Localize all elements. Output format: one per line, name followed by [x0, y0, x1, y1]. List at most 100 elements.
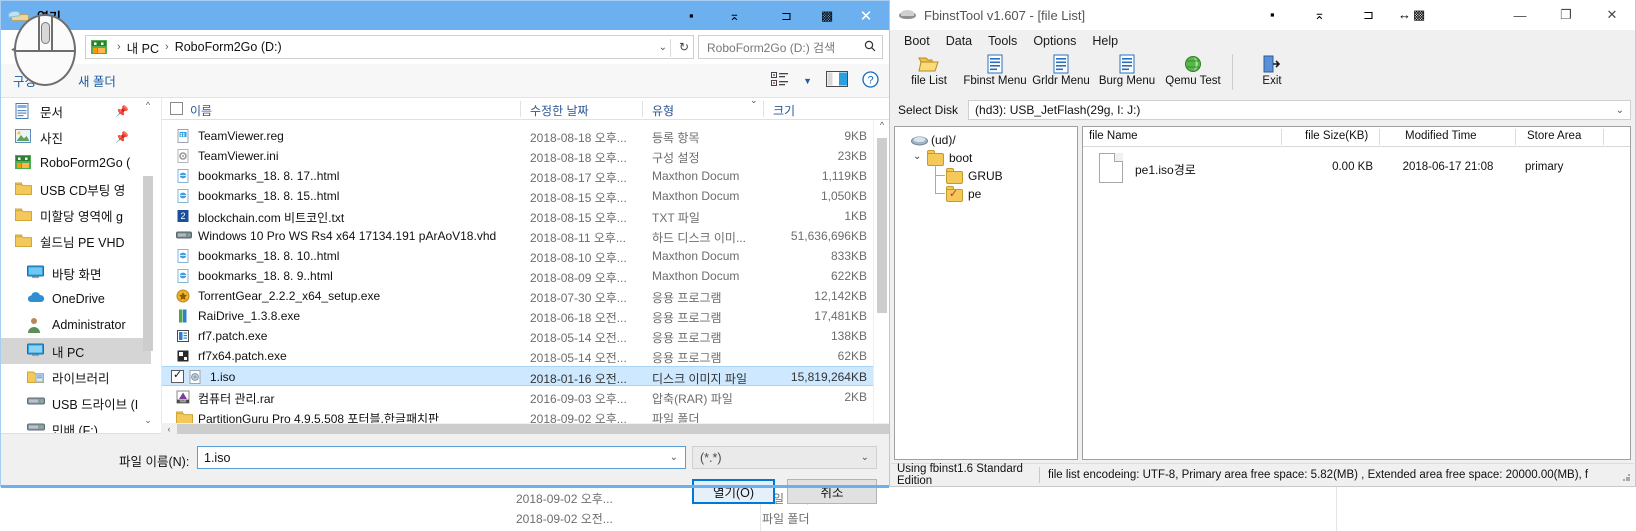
column-header-modified[interactable]: Modified Time	[1405, 130, 1477, 142]
toolbar-button-burg-menu[interactable]: Burg Menu	[1094, 52, 1160, 87]
chevron-down-icon[interactable]: ⌄	[670, 452, 678, 463]
sidebar-item-minbae-f[interactable]: 민배 (F:)	[1, 416, 151, 433]
breadcrumb-item-drive[interactable]: RoboForm2Go (D:)	[175, 40, 282, 54]
scrollbar-thumb[interactable]	[877, 138, 887, 313]
table-row[interactable]: bookmarks_18. 8. 15..html 2018-08-15 오후.…	[162, 186, 889, 206]
table-row[interactable]: rf7x64.patch.exe 2018-05-14 오전... 응용 프로그…	[162, 346, 889, 366]
column-header-store-area[interactable]: Store Area	[1527, 130, 1581, 142]
minimize-button[interactable]: —	[1497, 0, 1543, 30]
sidebar-item-desktop[interactable]: 바탕 화면	[1, 260, 151, 286]
open-button[interactable]: 열기(O)	[692, 479, 775, 504]
column-header-file-name[interactable]: file Name	[1089, 130, 1138, 142]
help-button[interactable]: ?	[862, 70, 879, 91]
resize-grip-icon[interactable]	[1617, 468, 1631, 482]
sidebar-item-this-pc[interactable]: 내 PC	[1, 338, 151, 364]
pin-icon: ⊐	[781, 8, 792, 23]
tree-item-pe[interactable]: pe	[968, 187, 981, 201]
sidebar-item-documents[interactable]: 문서 📌	[1, 98, 151, 124]
view-caret-icon[interactable]: ▼	[803, 76, 812, 86]
tree-expander-boot[interactable]: ⌄	[913, 151, 921, 162]
toolbar-button-grldr-menu[interactable]: Grldr Menu	[1028, 52, 1094, 87]
scroll-up-icon[interactable]: ^	[874, 120, 889, 136]
column-header-size[interactable]: 크기	[773, 102, 795, 119]
dialog-sidebar[interactable]: 문서 📌 사진 📌 RoboForm2Go ( USB CD부팅 영 미할당 영…	[1, 98, 161, 433]
menu-item-tools[interactable]: Tools	[980, 32, 1025, 50]
file-name-input[interactable]: 1.iso ⌄	[197, 446, 686, 469]
maximize-button[interactable]: ❐	[1543, 0, 1589, 30]
file-name: TeamViewer.reg	[198, 129, 284, 143]
sidebar-item-unallocated[interactable]: 미할당 영역에 g	[1, 202, 151, 228]
sidebar-item-onedrive[interactable]: OneDrive	[1, 286, 151, 312]
select-disk-dropdown[interactable]: (hd3): USB_JetFlash(29g, I: J:) ⌄	[968, 100, 1631, 120]
toolbar-label: Qemu Test	[1165, 75, 1221, 87]
row-checkbox[interactable]	[171, 368, 184, 383]
fbinsttool-filelist-header: file Name file Size(KB) Modified Time St…	[1083, 127, 1630, 147]
dialog-toolbar: 구성 ▼ 새 폴더 ▼ ?	[1, 64, 889, 98]
menu-item-help[interactable]: Help	[1084, 32, 1126, 50]
sidebar-item-administrator[interactable]: Administrator	[1, 312, 151, 338]
horizontal-scrollbar[interactable]: ‹	[161, 423, 889, 434]
scroll-left-icon[interactable]: ‹	[161, 424, 177, 434]
table-row[interactable]: TeamViewer.ini 2018-08-18 오후... 구성 설정 23…	[162, 146, 889, 166]
menu-item-boot[interactable]: Boot	[896, 32, 938, 50]
tree-item-grub[interactable]: GRUB	[968, 169, 1003, 183]
sidebar-scrollbar[interactable]: ^ ⌄	[141, 98, 155, 433]
preview-pane-icon[interactable]	[826, 71, 848, 90]
column-header-name[interactable]: 이름	[190, 102, 212, 119]
new-folder-button[interactable]: 새 폴더	[78, 71, 116, 90]
toolbar-button-qemu-test[interactable]: Qemu Test	[1160, 52, 1226, 87]
sidebar-item-pictures[interactable]: 사진 📌	[1, 124, 151, 150]
toolbar-button-fbinst-menu[interactable]: Fbinst Menu	[962, 52, 1028, 87]
table-row[interactable]: RaiDrive_1.3.8.exe 2018-06-18 오전... 응용 프…	[162, 306, 889, 326]
file-list-scrollbar[interactable]: ^ ⌄	[873, 120, 889, 433]
cancel-button[interactable]: 취소	[787, 479, 877, 504]
table-row-selected[interactable]: 1.iso 2018-01-16 오전... 디스크 이미지 파일 15,819…	[162, 366, 889, 386]
table-row[interactable]: bookmarks_18. 8. 17..html 2018-08-17 오후.…	[162, 166, 889, 186]
pin-icon[interactable]: 📌	[115, 131, 129, 144]
chevron-down-icon[interactable]: ⌄	[659, 42, 667, 53]
table-row[interactable]: TeamViewer.reg 2018-08-18 오후... 등록 항목 9K…	[162, 126, 889, 146]
close-button[interactable]: ✕	[1589, 0, 1635, 30]
table-row[interactable]: 2 blockchain.com 비트코인.txt 2018-08-15 오후.…	[162, 206, 889, 226]
refresh-icon[interactable]: ↻	[679, 40, 689, 54]
fbinst-file-row[interactable]: pe1.iso경로 0.00 KB 2018-06-17 21:08 prima…	[1083, 149, 1630, 189]
dialog-file-list[interactable]: 이름 수정한 날짜 유형 크기 ⌄ TeamViewer.reg 2018-08…	[161, 98, 889, 433]
column-header-type[interactable]: 유형	[652, 102, 674, 119]
sidebar-item-shield-pe-vhd[interactable]: 쉴드님 PE VHD	[1, 228, 151, 254]
search-input[interactable]: RoboForm2Go (D:) 검색	[698, 35, 883, 59]
tree-item-boot[interactable]: boot	[949, 151, 972, 165]
file-name: TorrentGear_2.2.2_x64_setup.exe	[198, 289, 381, 303]
tree-item-ud[interactable]: (ud)/	[931, 133, 956, 147]
toolbar-button-exit[interactable]: Exit	[1239, 52, 1305, 87]
column-header-modified[interactable]: 수정한 날짜	[530, 102, 589, 119]
scrollbar-track[interactable]	[177, 423, 889, 434]
table-row[interactable]: rf7.patch.exe 2018-05-14 오전... 응용 프로그램 1…	[162, 326, 889, 346]
file-type-filter-dropdown[interactable]: (*.*) ⌄	[692, 446, 877, 469]
menu-item-options[interactable]: Options	[1025, 32, 1084, 50]
toolbar-button-file-list[interactable]: file List	[896, 52, 962, 87]
scroll-down-icon[interactable]: ⌄	[141, 415, 155, 431]
table-row[interactable]: bookmarks_18. 8. 10..html 2018-08-10 오후.…	[162, 246, 889, 266]
scrollbar-thumb[interactable]	[143, 176, 153, 351]
table-row[interactable]: TorrentGear_2.2.2_x64_setup.exe 2018-07-…	[162, 286, 889, 306]
fbinsttool-tree-panel[interactable]: (ud)/ ⌄ boot GRUB ✓ pe	[894, 126, 1078, 460]
menu-item-data[interactable]: Data	[938, 32, 980, 50]
pin-icon[interactable]: 📌	[115, 105, 129, 118]
table-row[interactable]: Windows 10 Pro WS Rs4 x64 17134.191 pArA…	[162, 226, 889, 246]
table-row[interactable]: bookmarks_18. 8. 9..html 2018-08-09 오후..…	[162, 266, 889, 286]
sidebar-item-usb-cd-boot[interactable]: USB CD부팅 영	[1, 176, 151, 202]
sidebar-item-usb-drive[interactable]: USB 드라이브 (I	[1, 390, 151, 416]
fbinsttool-window: FbinstTool v1.607 - [file List] ▪ ⌅ ⊐ ↔ …	[890, 0, 1636, 487]
dialog-close-button[interactable]: ✕	[843, 1, 889, 30]
select-all-checkbox[interactable]	[170, 102, 183, 115]
view-list-icon[interactable]	[771, 72, 789, 89]
sidebar-item-libraries[interactable]: 라이브러리	[1, 364, 151, 390]
breadcrumb-bar[interactable]: › 내 PC › RoboForm2Go (D:) ⌄ ↻	[85, 35, 694, 59]
breadcrumb-item-this-pc[interactable]: 내 PC	[127, 38, 159, 57]
scroll-up-icon[interactable]: ^	[141, 100, 155, 116]
table-row[interactable]: RAR 컴퓨터 관리.rar 2016-09-03 오후... 압축(RAR) …	[162, 387, 889, 407]
sidebar-item-roboform2go[interactable]: RoboForm2Go (	[1, 150, 151, 176]
chevron-down-icon[interactable]: ⌄	[861, 452, 869, 463]
fbinsttool-filelist-panel[interactable]: file Name file Size(KB) Modified Time St…	[1082, 126, 1631, 460]
column-header-file-size[interactable]: file Size(KB)	[1305, 130, 1368, 142]
